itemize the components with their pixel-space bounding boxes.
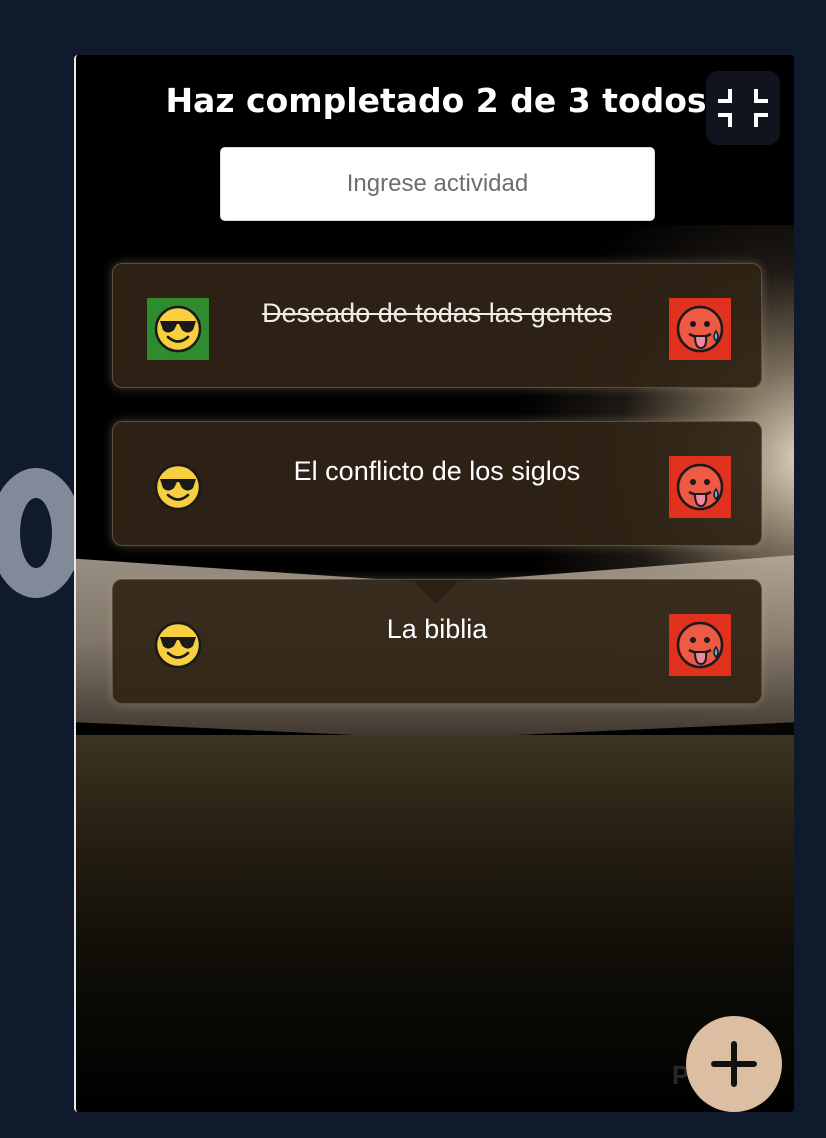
- todo-text: La biblia: [386, 614, 488, 644]
- add-todo-button[interactable]: [686, 1016, 782, 1112]
- app-frame: Haz completado 2 de 3 todos Ingrese acti…: [74, 55, 794, 1112]
- complete-button[interactable]: [147, 456, 209, 518]
- delete-button[interactable]: [669, 456, 731, 518]
- sunglasses-face-icon: [154, 463, 202, 511]
- hot-face-icon: [676, 621, 724, 669]
- activity-input[interactable]: Ingrese actividad: [220, 147, 655, 221]
- delete-button[interactable]: [669, 298, 731, 360]
- exit-fullscreen-icon: [718, 89, 768, 127]
- sunglasses-face-icon: [154, 305, 202, 353]
- exit-fullscreen-button[interactable]: [706, 71, 780, 145]
- todo-item: El conflicto de los siglos: [112, 421, 762, 546]
- hot-face-icon: [676, 463, 724, 511]
- todo-item: Deseado de todas las gentes: [112, 263, 762, 388]
- sunglasses-face-icon: [154, 621, 202, 669]
- todo-item: La biblia: [112, 579, 762, 704]
- hot-face-icon: [676, 305, 724, 353]
- complete-button[interactable]: [147, 298, 209, 360]
- plus-icon: [711, 1041, 757, 1087]
- todo-text: El conflicto de los siglos: [293, 456, 581, 486]
- todo-counter: Haz completado 2 de 3 todos: [165, 81, 707, 120]
- todo-text: Deseado de todas las gentes: [262, 298, 612, 328]
- delete-button[interactable]: [669, 614, 731, 676]
- todo-list: Deseado de todas las gentes El conflicto…: [112, 263, 762, 737]
- activity-input-placeholder: Ingrese actividad: [346, 170, 529, 197]
- complete-button[interactable]: [147, 614, 209, 676]
- background-logo-shape: [0, 468, 82, 598]
